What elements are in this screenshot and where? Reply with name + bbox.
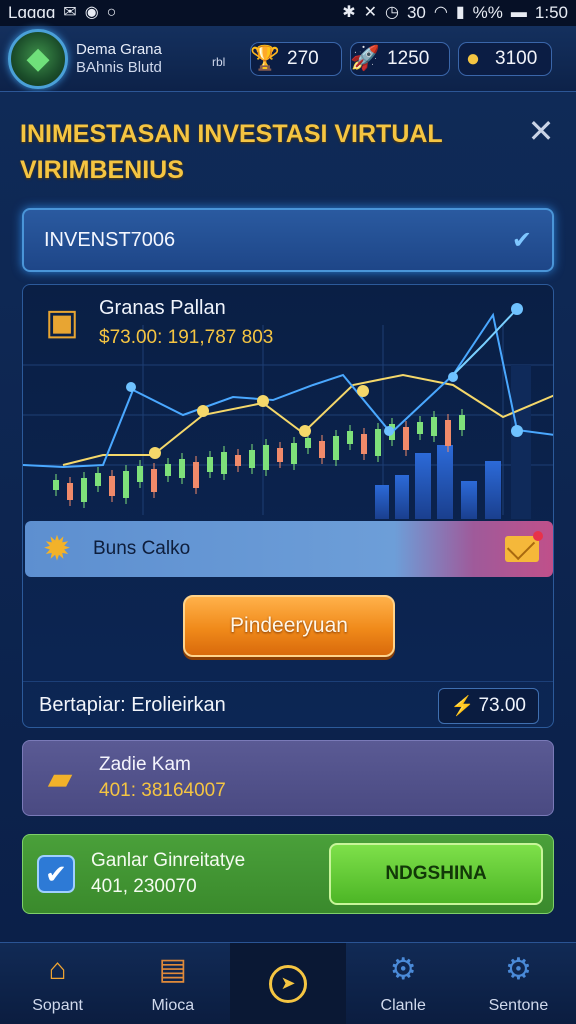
asset-name: Granas Pallan — [99, 297, 226, 319]
nav-item-settings[interactable]: ⚙ Sentone — [461, 943, 576, 1024]
nav-item-clanle[interactable]: ⚙ Clanle — [346, 943, 461, 1024]
notification-dot — [533, 531, 543, 541]
resource-value: 3100 — [495, 47, 538, 69]
signal-text: 30 — [406, 3, 426, 22]
gear-icon: ✹ — [42, 530, 72, 568]
chevron-down-icon: ✔ — [511, 226, 532, 254]
nav-label: Sentone — [488, 996, 549, 1014]
avatar[interactable]: ◆ — [8, 28, 68, 89]
nav-item-home[interactable]: ⌂ Sopant — [0, 943, 115, 1024]
nav-item-compass[interactable]: ➤ — [230, 943, 346, 1024]
chart-panel: ▣ Granas Pallan $73.00: 191,787 803 ✹ Bu… — [22, 284, 554, 728]
rocket-icon: 🚀 — [350, 45, 380, 72]
nav-item-box[interactable]: ▤ Mioca — [115, 943, 230, 1024]
battery-icon: ▬ — [510, 4, 527, 21]
resource-value: 1250 — [387, 47, 430, 69]
bonus-bar[interactable]: ✹ Buns Calko — [25, 521, 553, 577]
info-label: Bertapiar: Erolieirkan — [39, 694, 226, 716]
claim-button[interactable]: NDGSHINA — [329, 843, 543, 905]
headset-icon: ◉ — [84, 4, 99, 21]
investment-modal: INIMESTASAN INVESTASI VIRTUAL VIRIMBENIU… — [0, 92, 576, 942]
nav-label: Mioca — [151, 996, 195, 1014]
invest-button[interactable]: Pindeeryuan — [183, 595, 395, 657]
info-value-pill: ⚡ 73.00 — [437, 687, 539, 724]
coin-icon: ● — [465, 44, 481, 72]
card-value: 401, 230070 — [91, 876, 197, 897]
gem-icon: ◆ — [26, 41, 50, 75]
modal-title: INIMESTASAN INVESTASI VIRTUAL VIRIMBENIU… — [20, 120, 443, 184]
bolt-icon: ⚡ — [450, 695, 475, 717]
bottom-nav: ⌂ Sopant ▤ Mioca ➤ ⚙ Clanle ⚙ Sentone — [0, 942, 576, 1024]
box-icon: ▤ — [158, 952, 187, 986]
settings-icon: ⚙ — [504, 952, 532, 986]
signal-icon: ▮ — [455, 4, 465, 21]
close-icon[interactable]: ✕ — [524, 114, 558, 148]
trophy-icon: 🏆 — [250, 45, 280, 72]
investment-select[interactable]: INVENST7006 ✔ — [22, 208, 554, 272]
top-header: ◆ Dema Grana BAhnis Blutd rbl 🏆 270 🚀 12… — [0, 26, 576, 92]
mute-icon: ✕ — [363, 4, 377, 21]
home-icon: ⌂ — [48, 952, 67, 986]
nav-label: Sopant — [32, 996, 83, 1014]
resource-value: 270 — [287, 47, 319, 69]
claim-card: ✔ Ganlar Ginreitatye 401, 230070 NDGSHIN… — [22, 834, 554, 914]
user-name: Dema Grana — [76, 40, 162, 58]
treasure-chest-icon: ▣ — [44, 301, 79, 342]
carrier-label: Lɑɑɑɑ — [8, 3, 56, 22]
dropdown-value: INVENST7006 — [44, 228, 176, 251]
reward-card[interactable]: ▰ Zadie Kam 401: 38164007 — [22, 740, 554, 816]
user-info: Dema Grana BAhnis Blutd — [76, 41, 206, 77]
mail-icon[interactable] — [505, 531, 543, 562]
gear-icon: ⚙ — [389, 952, 417, 986]
info-value: 73.00 — [478, 694, 526, 716]
nav-label: Clanle — [380, 996, 426, 1014]
bluetooth-icon: ✱ — [342, 4, 356, 21]
resource-trophy[interactable]: 🏆 270 — [250, 41, 342, 76]
level-tag: rbl — [212, 54, 226, 69]
card-title: Ganlar Ginreitatye — [91, 850, 246, 871]
asset-value: $73.00: 191,787 803 — [99, 327, 274, 348]
compass-icon: ➤ — [269, 964, 307, 1003]
battery-percent: %% — [472, 3, 503, 22]
resource-rocket[interactable]: 🚀 1250 — [350, 41, 450, 76]
circle-icon: ○ — [106, 4, 117, 21]
card-text: Zadie Kam 401: 38164007 — [99, 752, 226, 804]
wifi-icon: ◠ — [433, 4, 448, 21]
info-row: Bertapiar: Erolieirkan ⚡ 73.00 — [23, 681, 553, 727]
mail-icon: ✉ — [63, 4, 77, 21]
card-value: 401: 38164007 — [99, 780, 226, 801]
gold-bars-icon: ▰ — [47, 760, 73, 796]
card-title: Zadie Kam — [99, 754, 191, 775]
market-chart — [23, 303, 553, 519]
checkbox-icon[interactable]: ✔ — [37, 855, 75, 893]
alarm-icon: ◷ — [385, 4, 399, 21]
resource-coin[interactable]: ● 3100 — [458, 41, 552, 76]
card-text: Ganlar Ginreitatye 401, 230070 — [91, 848, 245, 900]
bonus-label: Buns Calko — [93, 538, 191, 559]
clock: 1:50 — [534, 3, 568, 22]
user-subtitle: BAhnis Blutd — [76, 58, 162, 76]
status-bar: Lɑɑɑɑ ✉ ◉ ○ ✱ ✕ ◷ 30 ◠ ▮ %% ▬ 1:50 — [0, 0, 576, 26]
